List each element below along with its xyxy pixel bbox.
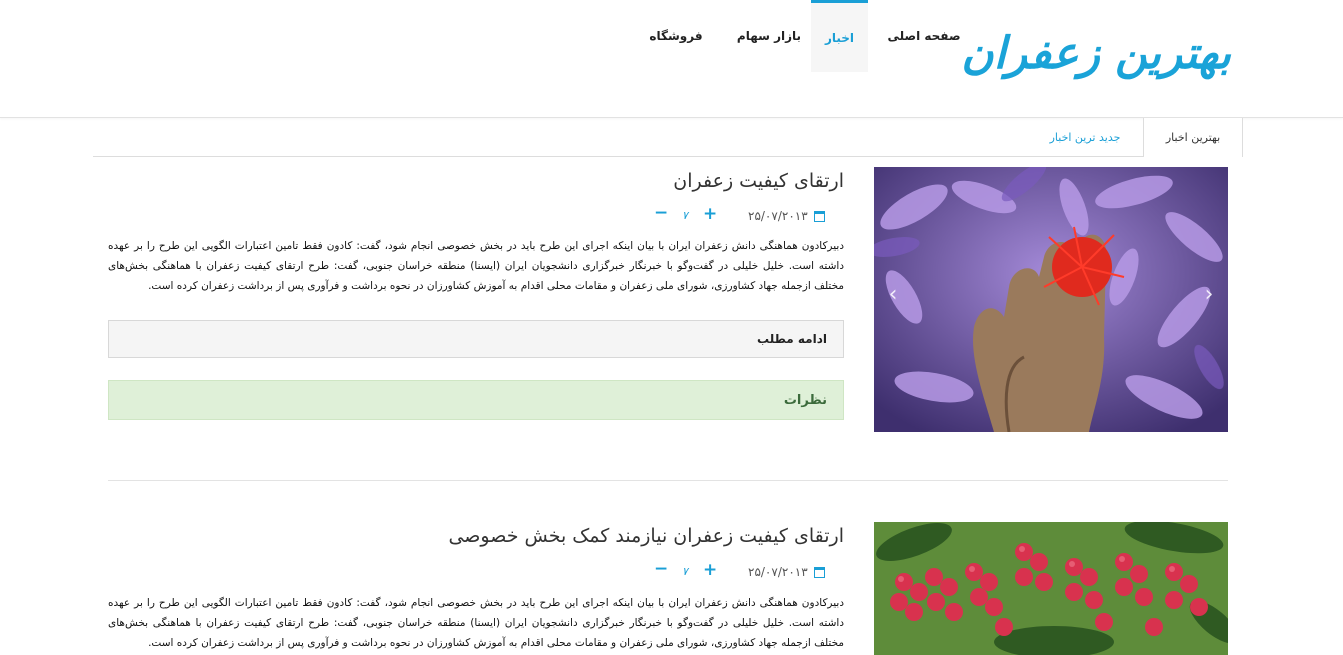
nav-shop[interactable]: فروشگاه	[640, 0, 712, 72]
post-image-saffron-hand[interactable]: ‹ ›	[874, 167, 1228, 432]
saffron-hand-illustration	[874, 167, 1228, 432]
post-body: دبیرکادون هماهنگی دانش زعفران ایران با ب…	[108, 240, 844, 292]
chevron-left-icon: ‹	[888, 281, 898, 307]
calendar-icon	[813, 210, 825, 222]
nav-home[interactable]: صفحه اصلی	[880, 0, 968, 72]
tab-best-news[interactable]: بهترین اخبار	[1143, 118, 1243, 157]
vote-down-button[interactable]: −	[654, 559, 668, 579]
site-header: بهترین زعفران صفحه اصلی اخبار بازار سهام…	[0, 0, 1343, 118]
comments-button[interactable]: نظرات	[108, 380, 844, 420]
post-date-text: ۲۵/۰۷/۲۰۱۳	[748, 209, 808, 223]
minus-icon: −	[654, 559, 669, 579]
news-tabs: بهترین اخبار جدید ترین اخبار	[93, 118, 1243, 157]
post-divider	[108, 480, 1228, 481]
chevron-right-icon: ›	[1204, 281, 1214, 307]
vote-count: ۷	[682, 565, 688, 578]
vote-up-button[interactable]: +	[703, 204, 717, 224]
post-body: دبیرکادون هماهنگی دانش زعفران ایران با ب…	[108, 597, 844, 649]
carousel-next-button[interactable]: ›	[1194, 279, 1224, 309]
plus-icon: +	[703, 560, 718, 580]
nav-stock-market[interactable]: بازار سهام	[730, 0, 808, 72]
calendar-icon	[813, 566, 825, 578]
post-date: ۲۵/۰۷/۲۰۱۳	[748, 565, 825, 579]
post-title[interactable]: ارتقای کیفیت زعفران نیازمند کمک بخش خصوص…	[448, 525, 844, 547]
post-title[interactable]: ارتقای کیفیت زعفران	[673, 170, 844, 192]
vote-count: ۷	[682, 209, 688, 222]
site-logo[interactable]: بهترین زعفران	[961, 28, 1232, 79]
minus-icon: −	[654, 203, 669, 223]
vote-up-button[interactable]: +	[703, 560, 717, 580]
nav-news[interactable]: اخبار	[811, 0, 868, 72]
read-more-button[interactable]: ادامه مطلب	[108, 320, 844, 358]
tab-latest-news[interactable]: جدید ترین اخبار	[1033, 118, 1137, 156]
post-date: ۲۵/۰۷/۲۰۱۳	[748, 209, 825, 223]
post-date-text: ۲۵/۰۷/۲۰۱۳	[748, 565, 808, 579]
red-berries-illustration	[874, 522, 1228, 655]
vote-down-button[interactable]: −	[654, 203, 668, 223]
plus-icon: +	[703, 204, 718, 224]
carousel-prev-button[interactable]: ‹	[878, 279, 908, 309]
post-image-berries[interactable]	[874, 522, 1228, 655]
